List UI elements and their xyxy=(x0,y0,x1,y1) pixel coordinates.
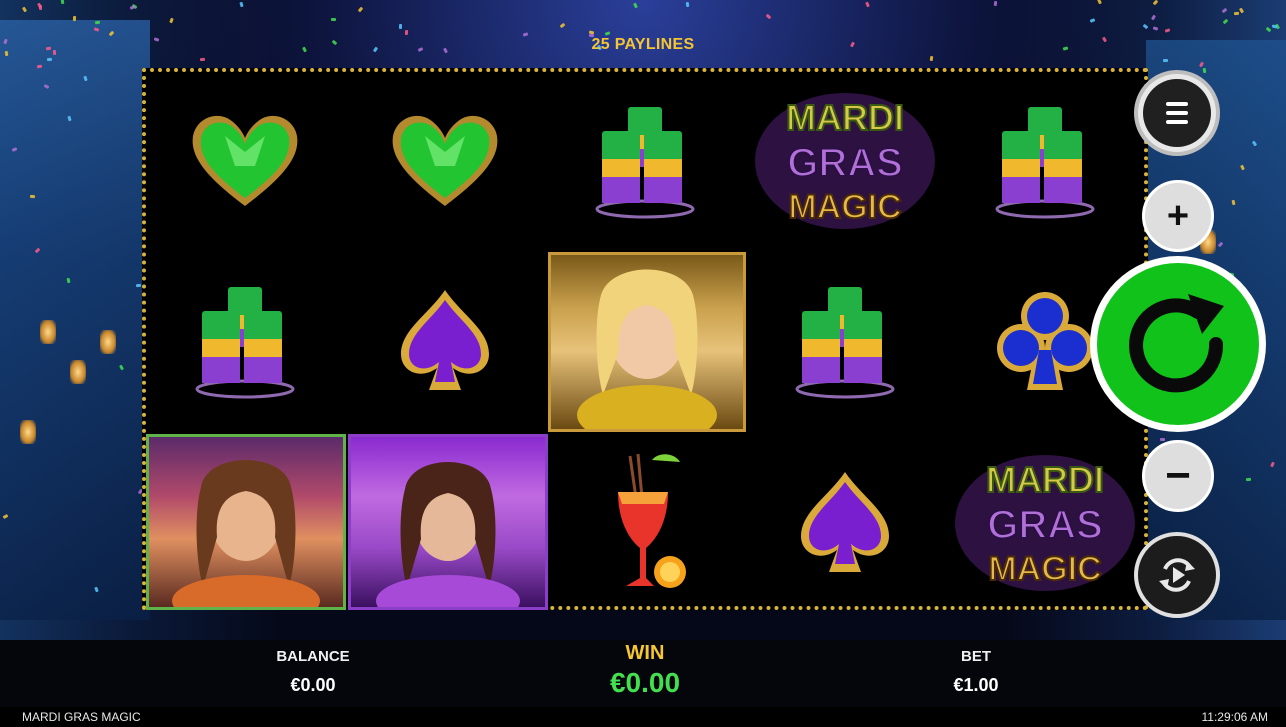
confetti-piece xyxy=(239,1,244,8)
confetti-piece xyxy=(930,55,934,61)
confetti-piece xyxy=(1142,23,1149,30)
confetti-piece xyxy=(1152,25,1159,31)
paylines-label: 25 PAYLINES xyxy=(591,36,695,53)
confetti-piece xyxy=(199,57,205,62)
spin-arrow-icon xyxy=(1129,294,1224,393)
confetti-piece xyxy=(1265,27,1272,33)
confetti-piece xyxy=(38,5,43,11)
reel-2-row-2-purple-spade-icon xyxy=(346,252,544,430)
bet-display: BET €1.00 xyxy=(926,648,1026,696)
logo-word-2: GRAS xyxy=(787,141,903,185)
window-light xyxy=(70,360,86,384)
logo-word-2: GRAS xyxy=(987,503,1103,547)
confetti-piece xyxy=(29,195,36,199)
confetti-piece xyxy=(559,22,566,28)
balance-display: BALANCE €0.00 xyxy=(262,648,364,696)
autoplay-icon xyxy=(1159,558,1195,592)
minus-icon: − xyxy=(1165,451,1191,500)
reel-2-row-1-green-heart-icon xyxy=(346,72,544,250)
confetti-piece xyxy=(1164,28,1171,33)
balance-label: BALANCE xyxy=(276,648,350,665)
reel-4-row-2-shot-glasses-icon xyxy=(746,252,944,430)
game-title: MARDI GRAS MAGIC xyxy=(22,710,141,724)
confetti-piece xyxy=(404,29,409,35)
reel-3-row-2-gold-dancer-portrait xyxy=(548,252,746,432)
confetti-piece xyxy=(1246,477,1252,482)
confetti-piece xyxy=(1222,18,1228,25)
hamburger-menu-icon xyxy=(1143,79,1211,147)
logo-word-1: MARDI xyxy=(986,459,1104,500)
decrease-bet-button[interactable]: − xyxy=(1142,440,1214,512)
menu-button[interactable] xyxy=(1134,70,1220,156)
window-light xyxy=(40,320,56,344)
logo-word-3: MAGIC xyxy=(988,550,1101,588)
reel-4-row-1-mardi-gras-magic-logo: MARDI GRAS MAGIC xyxy=(746,72,944,250)
footer-bar: MARDI GRAS MAGIC 11:29:06 AM xyxy=(0,707,1286,727)
reel-5-row-1-shot-glasses-icon xyxy=(946,72,1144,250)
confetti-piece xyxy=(864,1,870,8)
window-light xyxy=(20,420,36,444)
reel-5-row-3-mardi-gras-magic-logo: MARDI GRAS MAGIC xyxy=(946,434,1144,612)
confetti-piece xyxy=(47,57,53,62)
reel-1-row-1-green-heart-icon xyxy=(146,72,344,250)
confetti-piece xyxy=(1202,68,1207,74)
confetti-piece xyxy=(993,0,997,6)
bet-label: BET xyxy=(961,648,991,665)
stats-bar: BALANCE €0.00 WIN €0.00 BET €1.00 xyxy=(0,640,1286,707)
increase-bet-button[interactable]: + xyxy=(1142,180,1214,252)
confetti-piece xyxy=(1152,0,1159,6)
logo-word-3: MAGIC xyxy=(788,188,901,226)
balance-value: €0.00 xyxy=(290,675,336,695)
confetti-piece xyxy=(1089,17,1096,23)
reel-1-row-3-green-dancer-portrait xyxy=(146,434,346,610)
confetti-piece xyxy=(685,2,690,8)
bet-value: €1.00 xyxy=(953,675,999,695)
confetti-piece xyxy=(1271,24,1278,29)
window-light xyxy=(100,330,116,354)
confetti-piece xyxy=(129,5,135,10)
confetti-piece xyxy=(1221,7,1228,13)
confetti-piece xyxy=(330,18,336,22)
reel-4-row-3-purple-spade-icon xyxy=(746,434,944,612)
left-building-scenery xyxy=(0,20,150,620)
confetti-piece xyxy=(399,23,403,29)
logo-word-1: MARDI xyxy=(786,97,904,138)
win-display: WIN €0.00 xyxy=(580,642,710,699)
reel-3-row-3-cocktail-icon xyxy=(546,434,744,612)
confetti-piece xyxy=(37,64,43,68)
confetti-piece xyxy=(1238,7,1244,14)
confetti-piece xyxy=(94,20,100,25)
reel-1-row-2-shot-glasses-icon xyxy=(146,252,344,430)
confetti-piece xyxy=(358,6,364,13)
plus-icon: + xyxy=(1166,194,1190,237)
confetti-piece xyxy=(169,17,174,24)
clock: 11:29:06 AM xyxy=(1201,710,1269,724)
reel-grid: MARDI GRAS MAGIC MARDI GRAS MAGIC xyxy=(142,68,1148,610)
spin-button[interactable] xyxy=(1090,256,1266,432)
autoplay-button[interactable] xyxy=(1134,532,1220,618)
confetti-piece xyxy=(766,14,772,20)
confetti-piece xyxy=(633,2,639,9)
confetti-piece xyxy=(67,115,72,122)
confetti-piece xyxy=(1150,15,1156,21)
confetti-piece xyxy=(60,0,64,5)
confetti-piece xyxy=(21,6,28,13)
win-value: €0.00 xyxy=(609,667,681,698)
win-label: WIN xyxy=(625,642,665,664)
reel-2-row-3-purple-dancer-portrait xyxy=(348,434,548,610)
confetti-piece xyxy=(1163,58,1169,62)
reel-3-row-1-shot-glasses-icon xyxy=(546,72,744,250)
confetti-piece xyxy=(1233,11,1240,16)
confetti-piece xyxy=(1096,0,1102,5)
